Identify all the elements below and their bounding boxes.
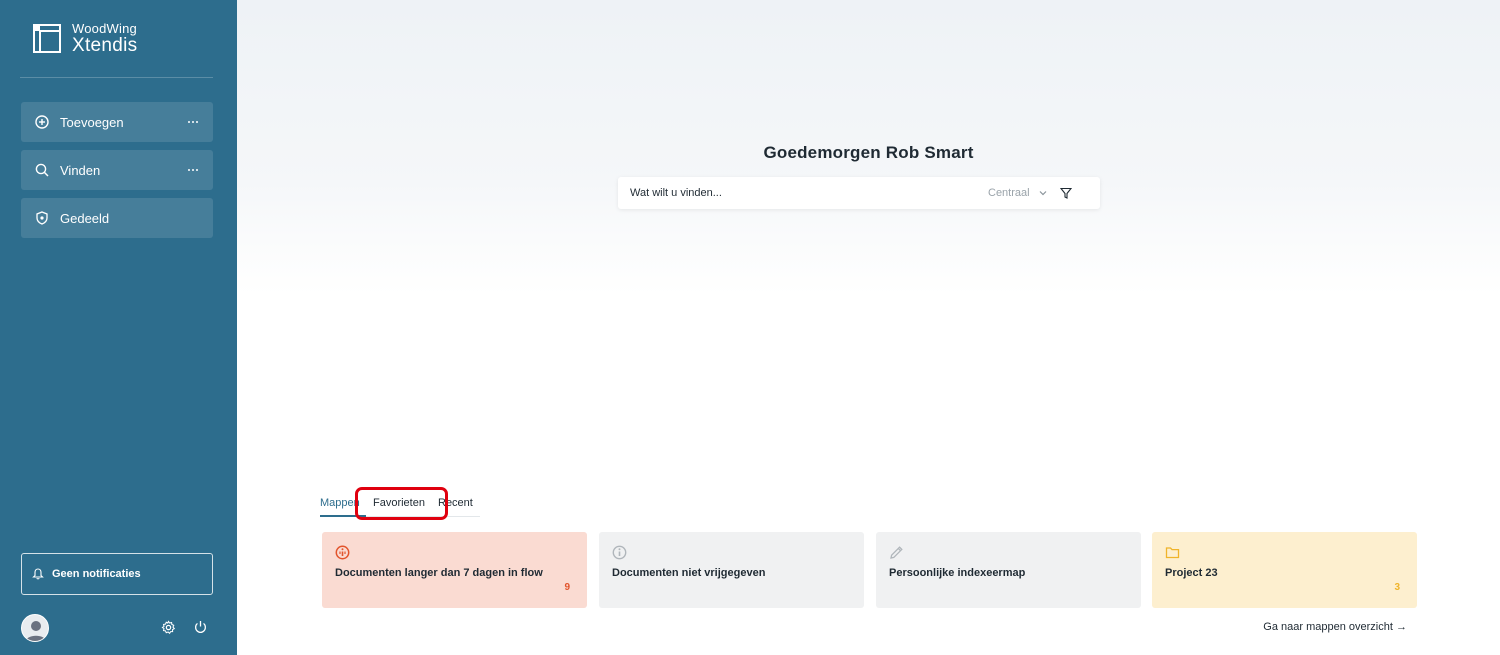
plus-circle-icon (35, 115, 49, 129)
card-count: 3 (1394, 582, 1400, 593)
shield-icon (36, 211, 48, 225)
filter-icon[interactable] (1059, 187, 1072, 199)
notifications-label: Geen notificaties (52, 568, 141, 580)
goto-folders-label: Ga naar mappen overzicht (1263, 621, 1393, 633)
more-icon[interactable] (181, 169, 205, 171)
pencil-icon (890, 546, 903, 559)
avatar[interactable] (21, 614, 49, 642)
tab-mappen[interactable]: Mappen (320, 497, 360, 514)
search-input[interactable] (618, 178, 988, 208)
tab-recent[interactable]: Recent (438, 497, 473, 509)
active-tab-indicator (320, 515, 366, 517)
more-icon[interactable] (181, 121, 205, 123)
search-scope-select[interactable]: Centraal (988, 187, 1030, 199)
card-title: Documenten langer dan 7 dagen in flow (335, 567, 543, 579)
folder-card-indexeermap[interactable]: Persoonlijke indexeermap (876, 532, 1141, 608)
folder-card-niet-vrijgegeven[interactable]: Documenten niet vrijgegeven (599, 532, 864, 608)
sidebar-item-label: Gedeeld (60, 210, 110, 226)
folder-icon (1165, 547, 1180, 559)
gear-icon[interactable] (161, 620, 176, 635)
logo-text: WoodWing Xtendis (72, 22, 137, 55)
sidebar-divider (20, 77, 213, 78)
search-icon (35, 163, 49, 177)
logo-mark-icon (33, 24, 61, 53)
page-title: Goedemorgen Rob Smart (763, 143, 974, 162)
logo[interactable]: WoodWing Xtendis (33, 22, 137, 55)
tab-favorieten[interactable]: Favorieten (373, 497, 425, 509)
sidebar-item-vinden[interactable]: Vinden (21, 150, 213, 190)
arrow-right-icon: → (1396, 621, 1407, 633)
search-bar: Centraal (618, 177, 1100, 209)
alert-circle-icon (335, 545, 350, 560)
user-icon (26, 621, 46, 641)
tab-bar: Mappen Favorieten Recent (320, 497, 480, 517)
sidebar: WoodWing Xtendis Toevoegen Vinden Gedeel… (0, 0, 237, 655)
folder-card-project-23[interactable]: Project 23 3 (1152, 532, 1417, 608)
notifications-button[interactable]: Geen notificaties (21, 553, 213, 595)
sidebar-item-label: Toevoegen (60, 114, 124, 130)
goto-folders-link[interactable]: Ga naar mappen overzicht → (1263, 621, 1407, 633)
sidebar-item-gedeeld[interactable]: Gedeeld (21, 198, 213, 238)
main-content: Goedemorgen Rob Smart Centraal Mappen Fa… (237, 0, 1500, 655)
sidebar-item-toevoegen[interactable]: Toevoegen (21, 102, 213, 142)
power-icon[interactable] (194, 620, 207, 634)
logo-company: WoodWing (72, 21, 137, 36)
folder-card-flow[interactable]: Documenten langer dan 7 dagen in flow 9 (322, 532, 587, 608)
chevron-down-icon[interactable] (1038, 188, 1048, 198)
bell-icon (32, 568, 44, 580)
card-title: Documenten niet vrijgegeven (612, 567, 766, 579)
logo-product: Xtendis (72, 35, 138, 56)
info-circle-icon (612, 545, 627, 560)
card-title: Persoonlijke indexeermap (889, 567, 1026, 579)
card-title: Project 23 (1165, 567, 1218, 579)
card-count: 9 (564, 582, 570, 593)
sidebar-item-label: Vinden (60, 162, 101, 178)
